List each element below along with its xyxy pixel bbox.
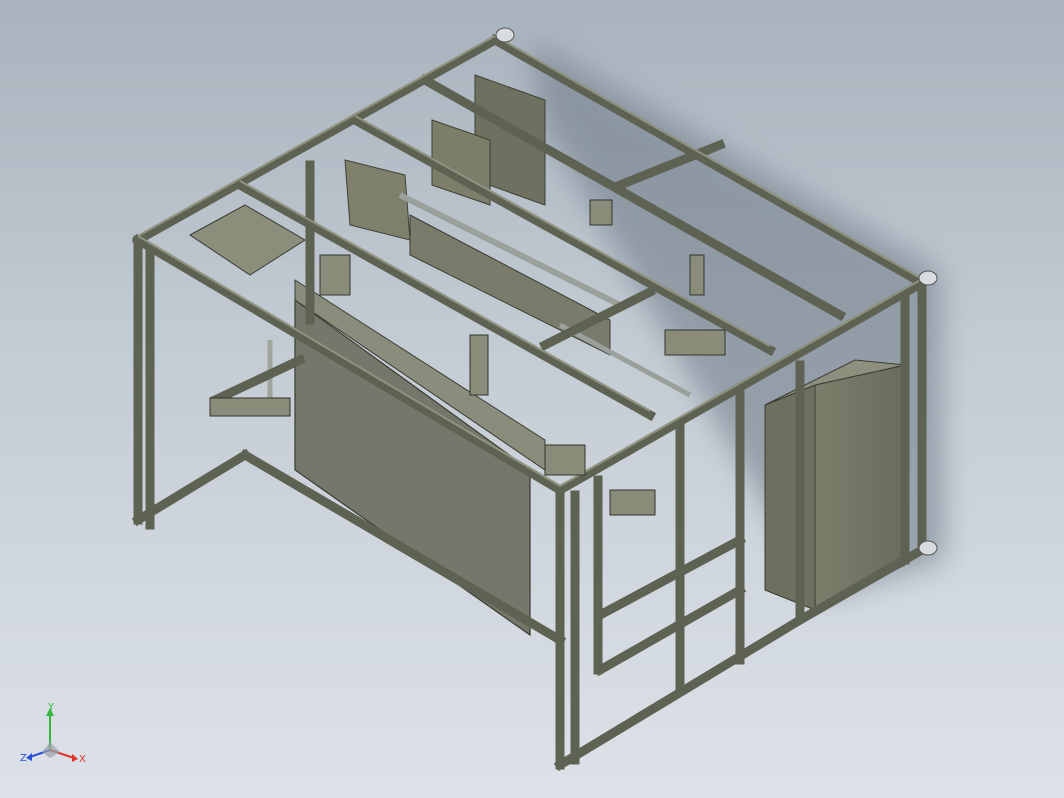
cad-model-viewport[interactable]: Y X Z <box>0 0 1064 798</box>
machine-frame-model <box>131 27 945 772</box>
electrical-cabinet-front <box>764 384 816 611</box>
y-axis-label: Y <box>47 702 55 713</box>
z-arrow-head <box>26 753 32 761</box>
z-axis-label: Z <box>20 753 27 764</box>
motor-box-front <box>344 159 411 241</box>
x-arrow-head <box>72 754 78 762</box>
triad-base <box>42 742 60 758</box>
coordinate-triad: Y X Z <box>20 702 86 765</box>
x-axis-label: X <box>79 754 86 765</box>
